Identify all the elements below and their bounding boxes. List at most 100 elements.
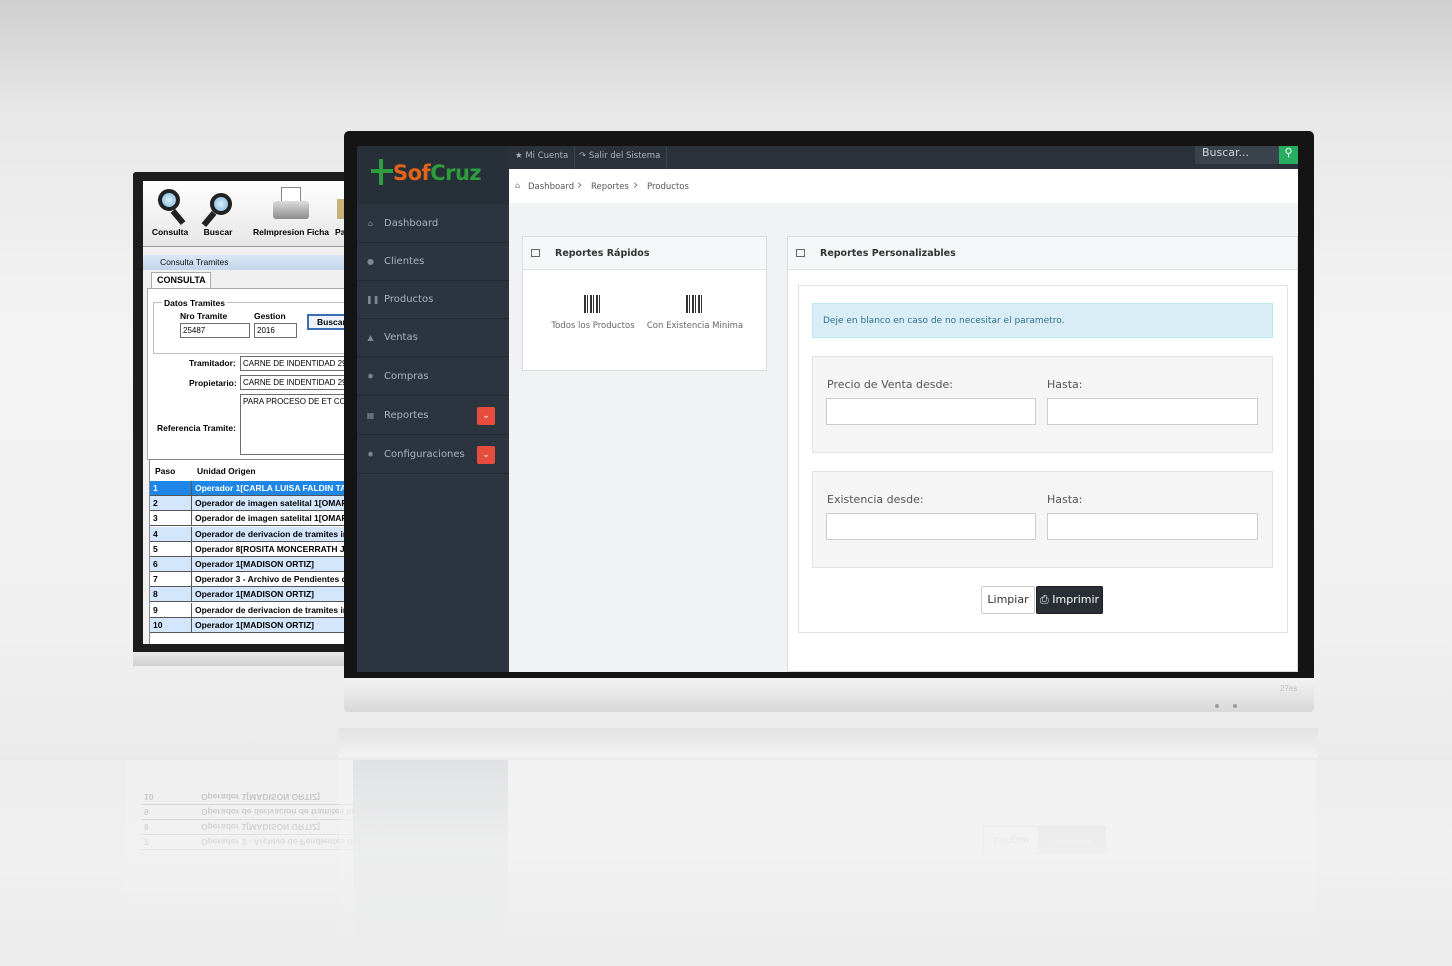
toolbar-consulta-label: Consulta (151, 227, 189, 237)
mi-cuenta-link[interactable]: ★ Mi Cuenta (509, 146, 576, 169)
custom-reports-title: Reportes Personalizables (820, 248, 956, 259)
limpiar-button[interactable]: Limpiar (981, 586, 1035, 614)
row-paso: 10 (150, 617, 192, 633)
logo-suffix: Cruz (430, 161, 482, 185)
reflection-fade (0, 760, 1452, 966)
share-icon: ↷ (579, 151, 587, 161)
breadcrumb-dashboard[interactable]: Dashboard (528, 182, 574, 192)
sidebar-item-dashboard[interactable]: ⌂ Dashboard (357, 205, 509, 243)
row-unidad: Operador 1[MADISON ORTIZ] (195, 589, 315, 600)
star-icon: ★ (515, 151, 523, 161)
table-row[interactable]: 3 Operador de imagen satelital 1[OMAR (150, 511, 355, 527)
row-unidad: Operador de derivacion de tramites in (195, 604, 349, 615)
referencia-field[interactable]: PARA PROCESO DE ET CON (240, 394, 355, 455)
sidebar-item-compras[interactable]: ✹ Compras (357, 358, 509, 396)
quick-reports-header: Reportes Rápidos (523, 237, 766, 270)
row-paso: 1 (150, 481, 192, 496)
table-row[interactable]: 6 Operador 1[MADISON ORTIZ] (150, 557, 355, 572)
topbar: ★ Mi Cuenta ↷ Salir del Sistema (509, 146, 1298, 169)
chevron-down-icon[interactable]: ⌄ (477, 407, 495, 425)
power-button[interactable] (1233, 704, 1237, 708)
nro-tramite-label: Nro Tramite (180, 311, 228, 321)
todos-productos-report[interactable]: Todos los Productos (543, 295, 643, 331)
toolbar-reimpresion-button[interactable]: ReImpresion Ficha (247, 185, 335, 243)
search-input[interactable]: Buscar... (1195, 146, 1279, 164)
cross-plus-icon-bar (371, 169, 393, 173)
monitor-chin (344, 678, 1314, 712)
tab-consulta[interactable]: CONSULTA (151, 272, 211, 289)
sidebar-item-configuraciones[interactable]: ✹ Configuraciones ⌄ (357, 436, 509, 474)
sofcruz-app: SofCruz ⌂ Dashboard ● Clientes ❚❚ Produc… (357, 146, 1298, 672)
row-paso: 5 (150, 541, 192, 557)
row-unidad: Operador 1[CARLA LUISA FALDIN TA (195, 483, 347, 493)
existencia-minima-report[interactable]: Con Existencia Minima (645, 295, 745, 331)
gestion-field[interactable]: 2016 (254, 323, 297, 338)
breadcrumb-reportes[interactable]: Reportes (591, 182, 629, 192)
row-paso: 8 (150, 587, 192, 603)
sidebar-item-ventas[interactable]: ▲ Ventas (357, 319, 509, 357)
quick-reports-title: Reportes Rápidos (555, 248, 650, 259)
row-paso: 2 (150, 496, 192, 512)
sidebar-item-clientes[interactable]: ● Clientes (357, 243, 509, 281)
back-app-window: Consulta Buscar ReImpresion Ficha Pa Con… (143, 181, 355, 644)
gestion-label: Gestion (254, 311, 286, 321)
table-row[interactable]: 1 Operador 1[CARLA LUISA FALDIN TA (150, 481, 355, 496)
logo[interactable]: SofCruz (357, 146, 509, 204)
nro-tramite-field[interactable]: 25487 (180, 323, 250, 338)
monitor-brand: 27es (1280, 684, 1298, 693)
search-docs-icon (200, 185, 236, 228)
group-label: Datos Tramites (162, 298, 227, 308)
tramitador-field[interactable]: CARNE DE INDENTIDAD 299 (240, 356, 355, 371)
row-unidad: Operador 1[MADISON ORTIZ] (195, 619, 315, 630)
table-row[interactable]: 8 Operador 1[MADISON ORTIZ] (150, 587, 355, 603)
custom-reports-panel: Reportes Personalizables Deje en blanco … (787, 236, 1298, 672)
imprimir-button[interactable]: ⎙ Imprimir (1036, 586, 1103, 614)
cart-icon: ▲ (367, 333, 374, 342)
home-icon: ⌂ (367, 219, 374, 228)
row-unidad: Operador de imagen satelital 1[OMAR (195, 513, 348, 524)
custom-reports-header: Reportes Personalizables (788, 237, 1297, 270)
sidebar-item-productos[interactable]: ❚❚ Productos (357, 281, 509, 319)
table-row[interactable]: 10 Operador 1[MADISON ORTIZ] (150, 617, 355, 633)
grid-header-paso: Paso (155, 466, 176, 476)
sidebar-item-label: Reportes (384, 410, 429, 421)
printer-icon: ⎙ (1039, 593, 1049, 606)
existencia-minima-label: Con Existencia Minima (646, 321, 744, 331)
window-title: Consulta Tramites (143, 255, 355, 270)
sidebar-item-label: Clientes (384, 256, 425, 267)
back-toolbar: Consulta Buscar ReImpresion Ficha Pa (143, 181, 355, 247)
quick-reports-panel: Reportes Rápidos Todos los Productos Con… (522, 236, 767, 371)
sidebar-item-reportes[interactable]: ▦ Reportes ⌄ (357, 397, 509, 435)
sidebar-item-label: Compras (384, 371, 429, 382)
row-unidad: Operador 3 - Archivo de Pendientes d (195, 574, 347, 585)
home-icon: ⌂ (515, 181, 521, 190)
breadcrumb: ⌂ Dashboard › Reportes › Productos (509, 169, 1298, 203)
toolbar-consulta-button[interactable]: Consulta (147, 185, 193, 243)
referencia-label: Referencia Tramite: (157, 423, 236, 433)
propietario-field[interactable]: CARNE DE INDENTIDAD 299 (240, 375, 355, 390)
todos-productos-label: Todos los Productos (551, 321, 635, 331)
grid-header-unidad: Unidad Origen (197, 466, 256, 476)
salir-link[interactable]: ↷ Salir del Sistema (573, 146, 668, 169)
users-icon: ● (367, 257, 374, 266)
back-monitor-chin (133, 652, 363, 666)
toolbar-buscar-button[interactable]: Buscar (195, 185, 241, 243)
search-icon[interactable]: ⚲ (1279, 146, 1298, 164)
calendar-icon: ▦ (366, 411, 375, 420)
table-row[interactable]: 2 Operador de imagen satelital 1[OMAR (150, 496, 355, 512)
table-row[interactable]: 9 Operador de derivacion de tramites in (150, 602, 355, 618)
price-to-label: Hasta: (1047, 378, 1083, 391)
stock-to-input[interactable] (1047, 513, 1258, 540)
table-row[interactable]: 4 Operador de derivacion de tramites in (150, 526, 355, 542)
stock-from-input[interactable] (826, 513, 1036, 540)
price-from-input[interactable] (826, 398, 1036, 425)
monitor-stand (338, 728, 1318, 758)
table-row[interactable]: 5 Operador 8[ROSITA MONCERRATH J (150, 541, 355, 557)
price-to-input[interactable] (1047, 398, 1258, 425)
stock-from-label: Existencia desde: (827, 493, 924, 506)
chevron-down-icon[interactable]: ⌄ (477, 446, 495, 464)
table-row[interactable]: 7 Operador 3 - Archivo de Pendientes d (150, 572, 355, 588)
magnifier-icon (152, 185, 188, 227)
gear-icon: ✹ (367, 372, 374, 381)
row-paso: 4 (150, 526, 192, 542)
